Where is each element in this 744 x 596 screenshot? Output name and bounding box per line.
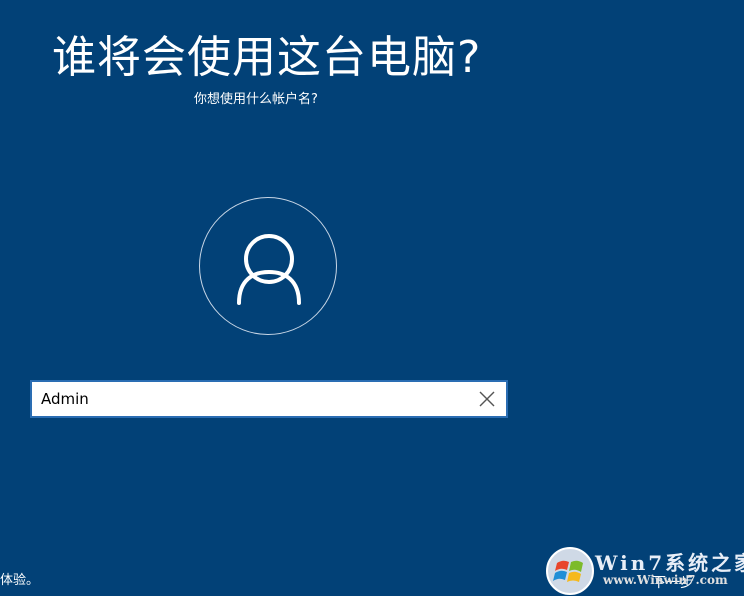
- user-icon: [237, 234, 301, 305]
- close-icon: [479, 391, 495, 407]
- avatar: [199, 197, 337, 335]
- username-field[interactable]: [30, 380, 508, 418]
- clear-input-button[interactable]: [476, 388, 498, 410]
- watermark-url: www.Winwin7.com: [603, 573, 728, 587]
- page-subtitle: 你想使用什么帐户名?: [194, 92, 318, 107]
- watermark-brand: Win7系统之家: [595, 551, 744, 575]
- username-input[interactable]: [41, 387, 461, 411]
- page-title: 谁将会使用这台电脑?: [52, 32, 482, 83]
- windows-logo-icon: [546, 547, 594, 595]
- footer-text: 体验。: [0, 573, 40, 588]
- watermark-logo: Win7系统之家 www.Winwin7.com: [545, 545, 744, 596]
